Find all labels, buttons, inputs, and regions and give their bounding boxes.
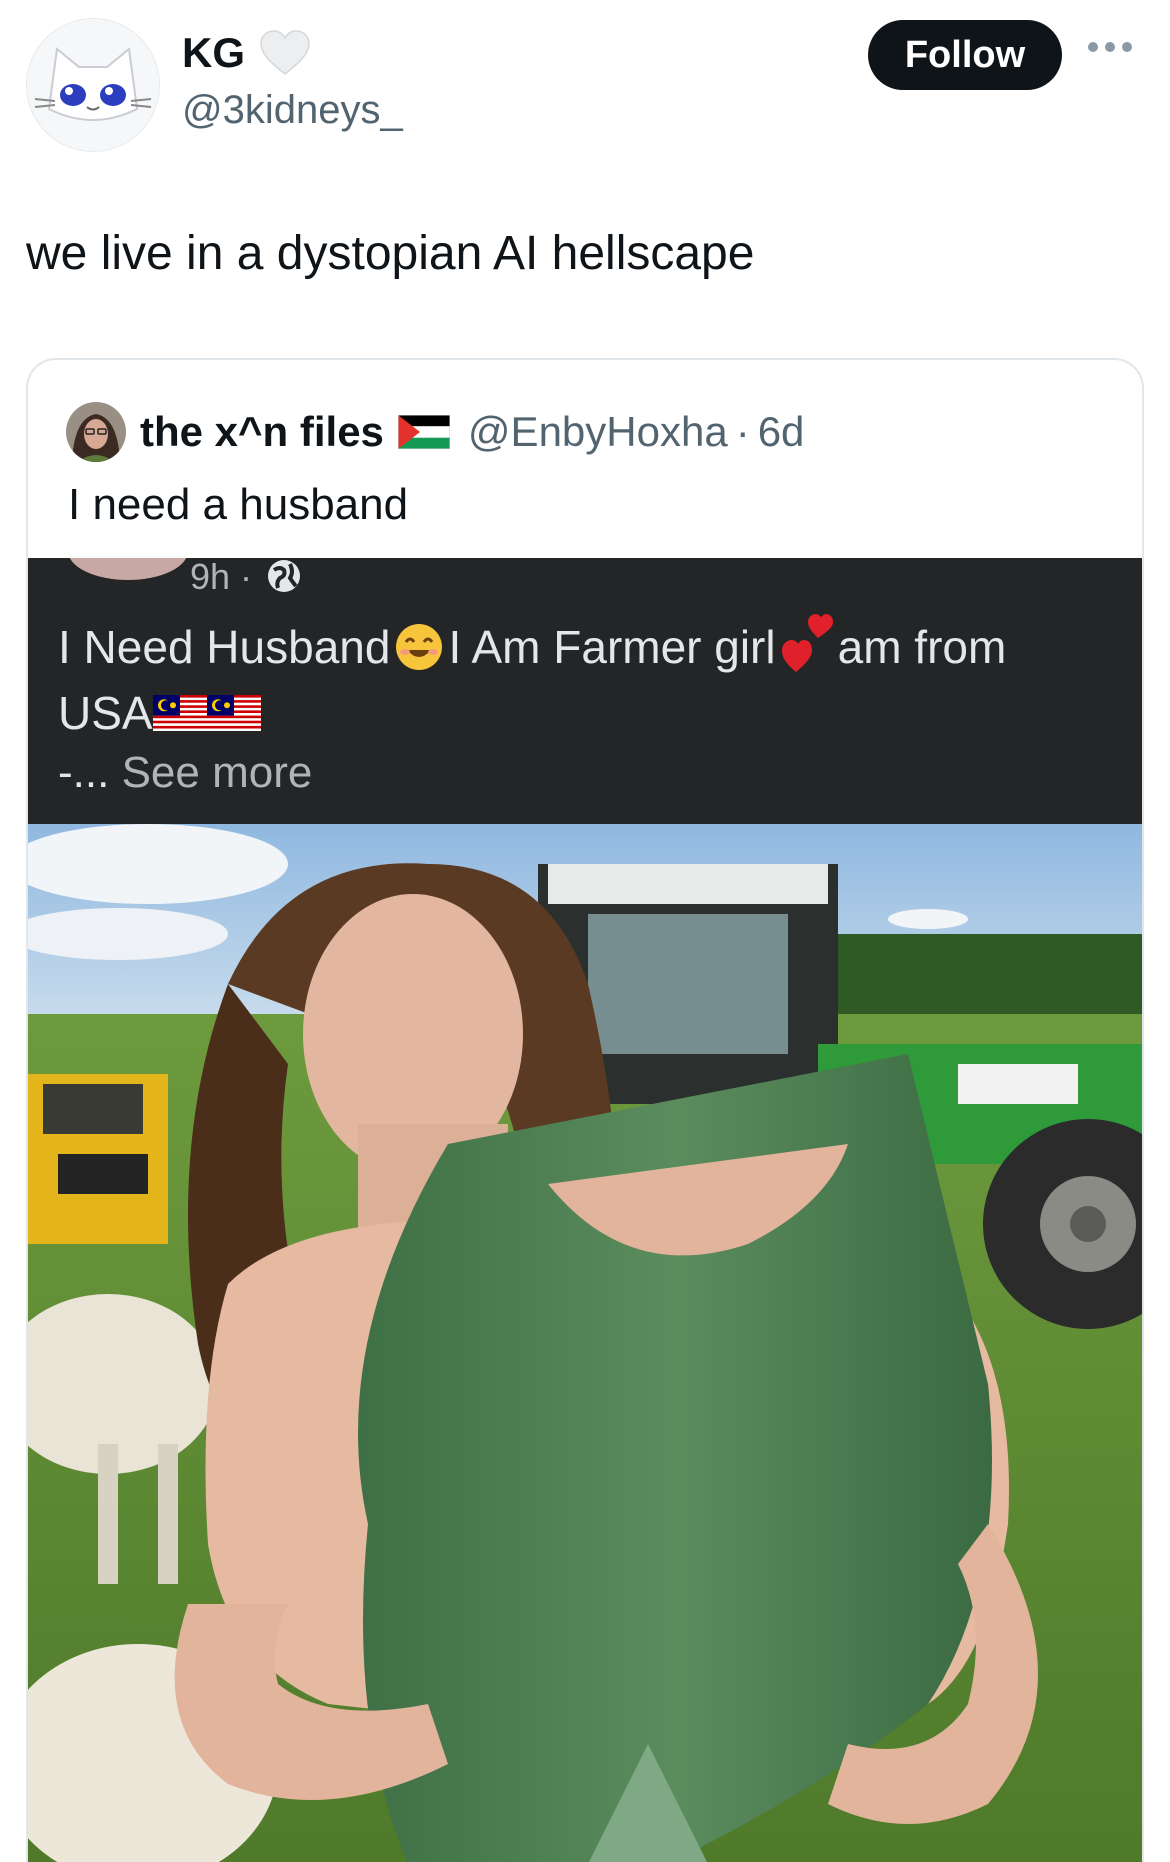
quoted-author-name[interactable]: the x^n files xyxy=(140,408,384,456)
palestine-flag-icon xyxy=(397,415,450,449)
quoted-author-handle[interactable]: @EnbyHoxha xyxy=(468,408,728,456)
smiling-face-emoji-icon xyxy=(396,624,443,670)
two-hearts-emoji-icon xyxy=(781,614,833,672)
embedded-text-need-husband: I Need Husband xyxy=(58,621,391,673)
embedded-ellipsis: -... xyxy=(58,748,110,797)
follow-button[interactable]: Follow xyxy=(868,20,1062,90)
person-avatar-icon xyxy=(66,402,126,462)
see-more-link: See more xyxy=(121,748,313,797)
author-display-name[interactable]: KG xyxy=(182,29,245,77)
dot xyxy=(1088,42,1098,52)
quoted-post-time[interactable]: 6d xyxy=(758,408,805,456)
dot-separator: · xyxy=(735,408,750,455)
quoted-post-header: the x^n files @EnbyHoxha · 6d xyxy=(66,402,804,462)
quoted-post-card[interactable]: the x^n files @EnbyHoxha · 6d I need a h… xyxy=(26,358,1144,1862)
more-options-icon[interactable] xyxy=(1088,42,1134,56)
dot xyxy=(1105,42,1115,52)
malaysia-flag-icon xyxy=(152,695,207,731)
author-avatar[interactable] xyxy=(26,18,160,152)
farm-photo[interactable] xyxy=(28,824,1142,1862)
embedded-text-am-from: am from xyxy=(837,621,1007,673)
embedded-text-usa: USA xyxy=(58,687,153,739)
embedded-avatar xyxy=(68,558,188,580)
quoted-post-text: I need a husband xyxy=(68,480,409,529)
author-name-row: KG xyxy=(182,28,313,78)
post-header: KG @3kidneys_ Follow xyxy=(0,0,1170,170)
white-heart-icon xyxy=(260,30,310,75)
embedded-text-farmer-girl: I Am Farmer girl xyxy=(448,621,776,673)
cat-face-icon xyxy=(27,19,159,151)
embedded-line-3: -... See more xyxy=(58,748,312,798)
embedded-post-screenshot: 9h · I Need Husband I Am Farmer girl am … xyxy=(28,558,1142,824)
embedded-line-2: USA xyxy=(58,686,261,740)
globe-icon xyxy=(268,560,300,592)
embedded-post-time: 9h · xyxy=(190,558,253,597)
dot xyxy=(1122,42,1132,52)
embedded-line-1: I Need Husband I Am Farmer girl am from xyxy=(58,614,1007,674)
malaysia-flag-icon xyxy=(206,695,261,731)
quoted-author-avatar[interactable] xyxy=(66,402,126,462)
tweet-text: we live in a dystopian AI hellscape xyxy=(26,227,755,280)
author-handle[interactable]: @3kidneys_ xyxy=(182,88,403,133)
